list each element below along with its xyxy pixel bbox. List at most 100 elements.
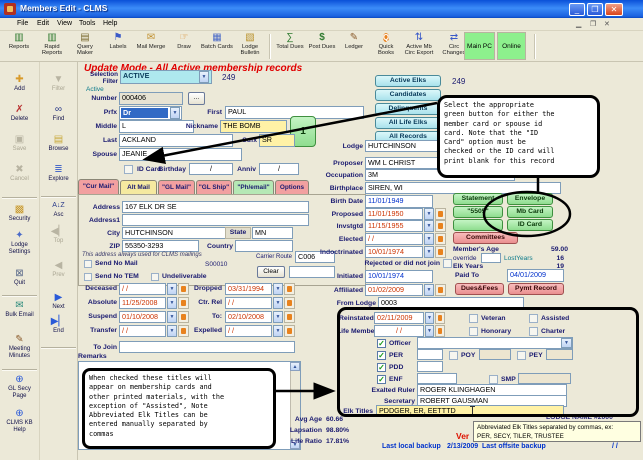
spouse-field[interactable]: JEANIE [119, 148, 242, 161]
calendar-button[interactable] [435, 284, 446, 296]
sidebar-quit-button[interactable]: ⊠Quit [1, 268, 38, 287]
initiated-field[interactable]: 10/01/1974 [365, 270, 433, 283]
sidebar-delete-button[interactable]: ✗Delete [1, 104, 38, 123]
transfer-field[interactable]: / / [119, 325, 166, 337]
zip-field[interactable]: 55350-3293 [122, 240, 199, 252]
mail-merge-button[interactable]: ✉Mail Merge [135, 32, 167, 61]
expelled-field[interactable]: / / [225, 325, 272, 337]
charter-checkbox[interactable]: ✓ [529, 327, 538, 336]
nickname-field[interactable]: THE BOMB [220, 120, 287, 133]
query-maker-button[interactable]: ▤Query Maker [69, 32, 101, 61]
close-button[interactable]: ✕ [605, 3, 623, 16]
sidebar-meeting-minutes-button[interactable]: ✎Meeting Minutes [1, 334, 38, 359]
draw-button[interactable]: ☞Draw [168, 32, 200, 61]
country-field[interactable] [235, 240, 293, 252]
all-life-elks-button[interactable]: All Life Elks [375, 117, 441, 129]
dropdown-arrow-icon[interactable]: ▼ [424, 208, 434, 220]
candidates-button[interactable]: Candidates [375, 89, 441, 101]
send-no-mail-checkbox[interactable]: ✓ [84, 260, 92, 268]
anniv-field[interactable]: / [259, 163, 299, 175]
calendar-button[interactable] [435, 220, 446, 232]
ledger-button[interactable]: ✎Ledger [338, 32, 370, 61]
mb-card-button[interactable]: Mb Card [507, 206, 553, 218]
dropdown-arrow-icon[interactable]: ▼ [273, 297, 283, 309]
smp-checkbox[interactable]: ✓ [489, 375, 498, 384]
smp-field[interactable] [518, 373, 571, 384]
suspend-field[interactable]: 01/10/2008 [119, 311, 166, 323]
last-name-field[interactable]: ACKLAND [119, 134, 233, 147]
pdd-checkbox[interactable]: ✓ [377, 363, 386, 372]
dropdown-arrow-icon[interactable]: ▼ [424, 246, 434, 258]
clear-button[interactable]: Clear [257, 266, 285, 278]
birthday-field[interactable]: / [189, 163, 233, 175]
scroll-up-icon[interactable]: ▲ [290, 362, 300, 371]
pey-checkbox[interactable]: ✓ [517, 351, 526, 360]
calendar-button[interactable] [435, 208, 446, 220]
lodge-bulletin-button[interactable]: ▧Lodge Bulletin [234, 32, 266, 61]
paid-to-field[interactable]: 04/01/2009 [507, 269, 564, 282]
mdi-close-button[interactable]: ✕ [604, 21, 610, 28]
reports-button[interactable]: ▥Reports [3, 32, 35, 61]
mdi-restore-button[interactable]: ❐ [590, 21, 596, 28]
sidebar-bulk-email-button[interactable]: ✉Bulk Email [1, 300, 38, 319]
sidebar-save-button[interactable]: ▣Save [1, 134, 38, 153]
sidebar-clms-kb-help-button[interactable]: ⊕CLMS KB Help [1, 408, 38, 433]
tab-gl-ship[interactable]: "GL Ship" [196, 180, 232, 194]
honorary-checkbox[interactable]: ✓ [469, 327, 478, 336]
state-field[interactable]: MN [252, 227, 293, 239]
sidebar-filter-button[interactable]: ▼Filter [40, 74, 77, 93]
enf-field[interactable] [417, 373, 457, 384]
menu-edit[interactable]: Edit [37, 20, 49, 27]
id-card-button[interactable]: ID Card [507, 219, 553, 231]
quick-books-button[interactable]: QQuick Books [370, 32, 402, 61]
batch-cards-button[interactable]: ▦Batch Cards [201, 32, 233, 61]
sidebar-asc-button[interactable]: A↓ZAsc [40, 200, 77, 219]
minimize-button[interactable]: _ [569, 3, 585, 16]
post-dues-button[interactable]: $Post Dues [306, 32, 338, 61]
active-mb-circ-export-button[interactable]: ⇅Active Mb Circ Export [402, 32, 436, 61]
pdd-field[interactable] [417, 361, 443, 372]
committees-button[interactable]: Committees [453, 232, 518, 244]
id-card-checkbox[interactable]: ✓ [124, 165, 133, 174]
mdi-minimize-button[interactable]: ▁ [576, 21, 581, 28]
sidebar-top-button[interactable]: ◀▏Top [40, 226, 77, 245]
prfx-dropdown-arrow-icon[interactable]: ▼ [170, 107, 180, 119]
menu-view[interactable]: View [57, 20, 72, 27]
labels-button[interactable]: ⚑Labels [102, 32, 134, 61]
dropdown-arrow-icon[interactable]: ▼ [425, 325, 434, 337]
menu-file[interactable]: File [17, 20, 28, 27]
menu-help[interactable]: Help [103, 20, 117, 27]
enf-checkbox[interactable]: ✓ [377, 375, 386, 384]
absolute-field[interactable]: 11/25/2008 [119, 297, 166, 309]
sidebar-gl-secy-page-button[interactable]: ⊕GL Secy Page [1, 374, 38, 399]
statement-button[interactable]: Statement [453, 193, 503, 205]
pey-field[interactable] [546, 349, 573, 360]
sidebar-find-button[interactable]: ∞Find [40, 104, 77, 123]
elected-field[interactable]: / / [365, 233, 423, 245]
poy-checkbox[interactable]: ✓ [449, 351, 458, 360]
suspend-to-field[interactable]: 02/10/2008 [225, 311, 272, 323]
card-5505-button[interactable]: "5505" [453, 206, 503, 218]
calendar-button[interactable] [435, 312, 445, 324]
calendar-button[interactable] [435, 233, 446, 245]
city-field[interactable]: HUTCHINSON [122, 227, 233, 239]
number-lookup-button[interactable]: ... [188, 92, 205, 105]
dropped-field[interactable]: 03/31/1994 [225, 283, 272, 295]
suffix-field[interactable]: SR [259, 134, 295, 147]
restore-button[interactable]: ❐ [587, 3, 603, 16]
poy-field[interactable] [479, 349, 511, 360]
dropdown-arrow-icon[interactable]: ▼ [273, 283, 283, 295]
invstgtd-field[interactable]: 11/15/1955 [365, 220, 423, 232]
proposed-field[interactable]: 11/01/1950 [365, 208, 423, 220]
officer-dropdown[interactable] [417, 337, 573, 349]
calendar-button[interactable] [284, 297, 295, 309]
tab-options[interactable]: Options [275, 180, 309, 194]
sidebar-explore-button[interactable]: ≣Explore [40, 164, 77, 183]
send-no-tem-checkbox[interactable]: ✓ [84, 273, 92, 281]
tab-alt-mail[interactable]: Alt Mail [120, 180, 157, 194]
address1-field[interactable] [122, 214, 309, 226]
from-lodge-field[interactable]: 0003 [378, 297, 524, 309]
indoctrinated-field[interactable]: 10/01/1974 [365, 246, 423, 258]
number-field[interactable]: 000406 [119, 92, 183, 105]
per-checkbox[interactable]: ✓ [377, 351, 386, 360]
